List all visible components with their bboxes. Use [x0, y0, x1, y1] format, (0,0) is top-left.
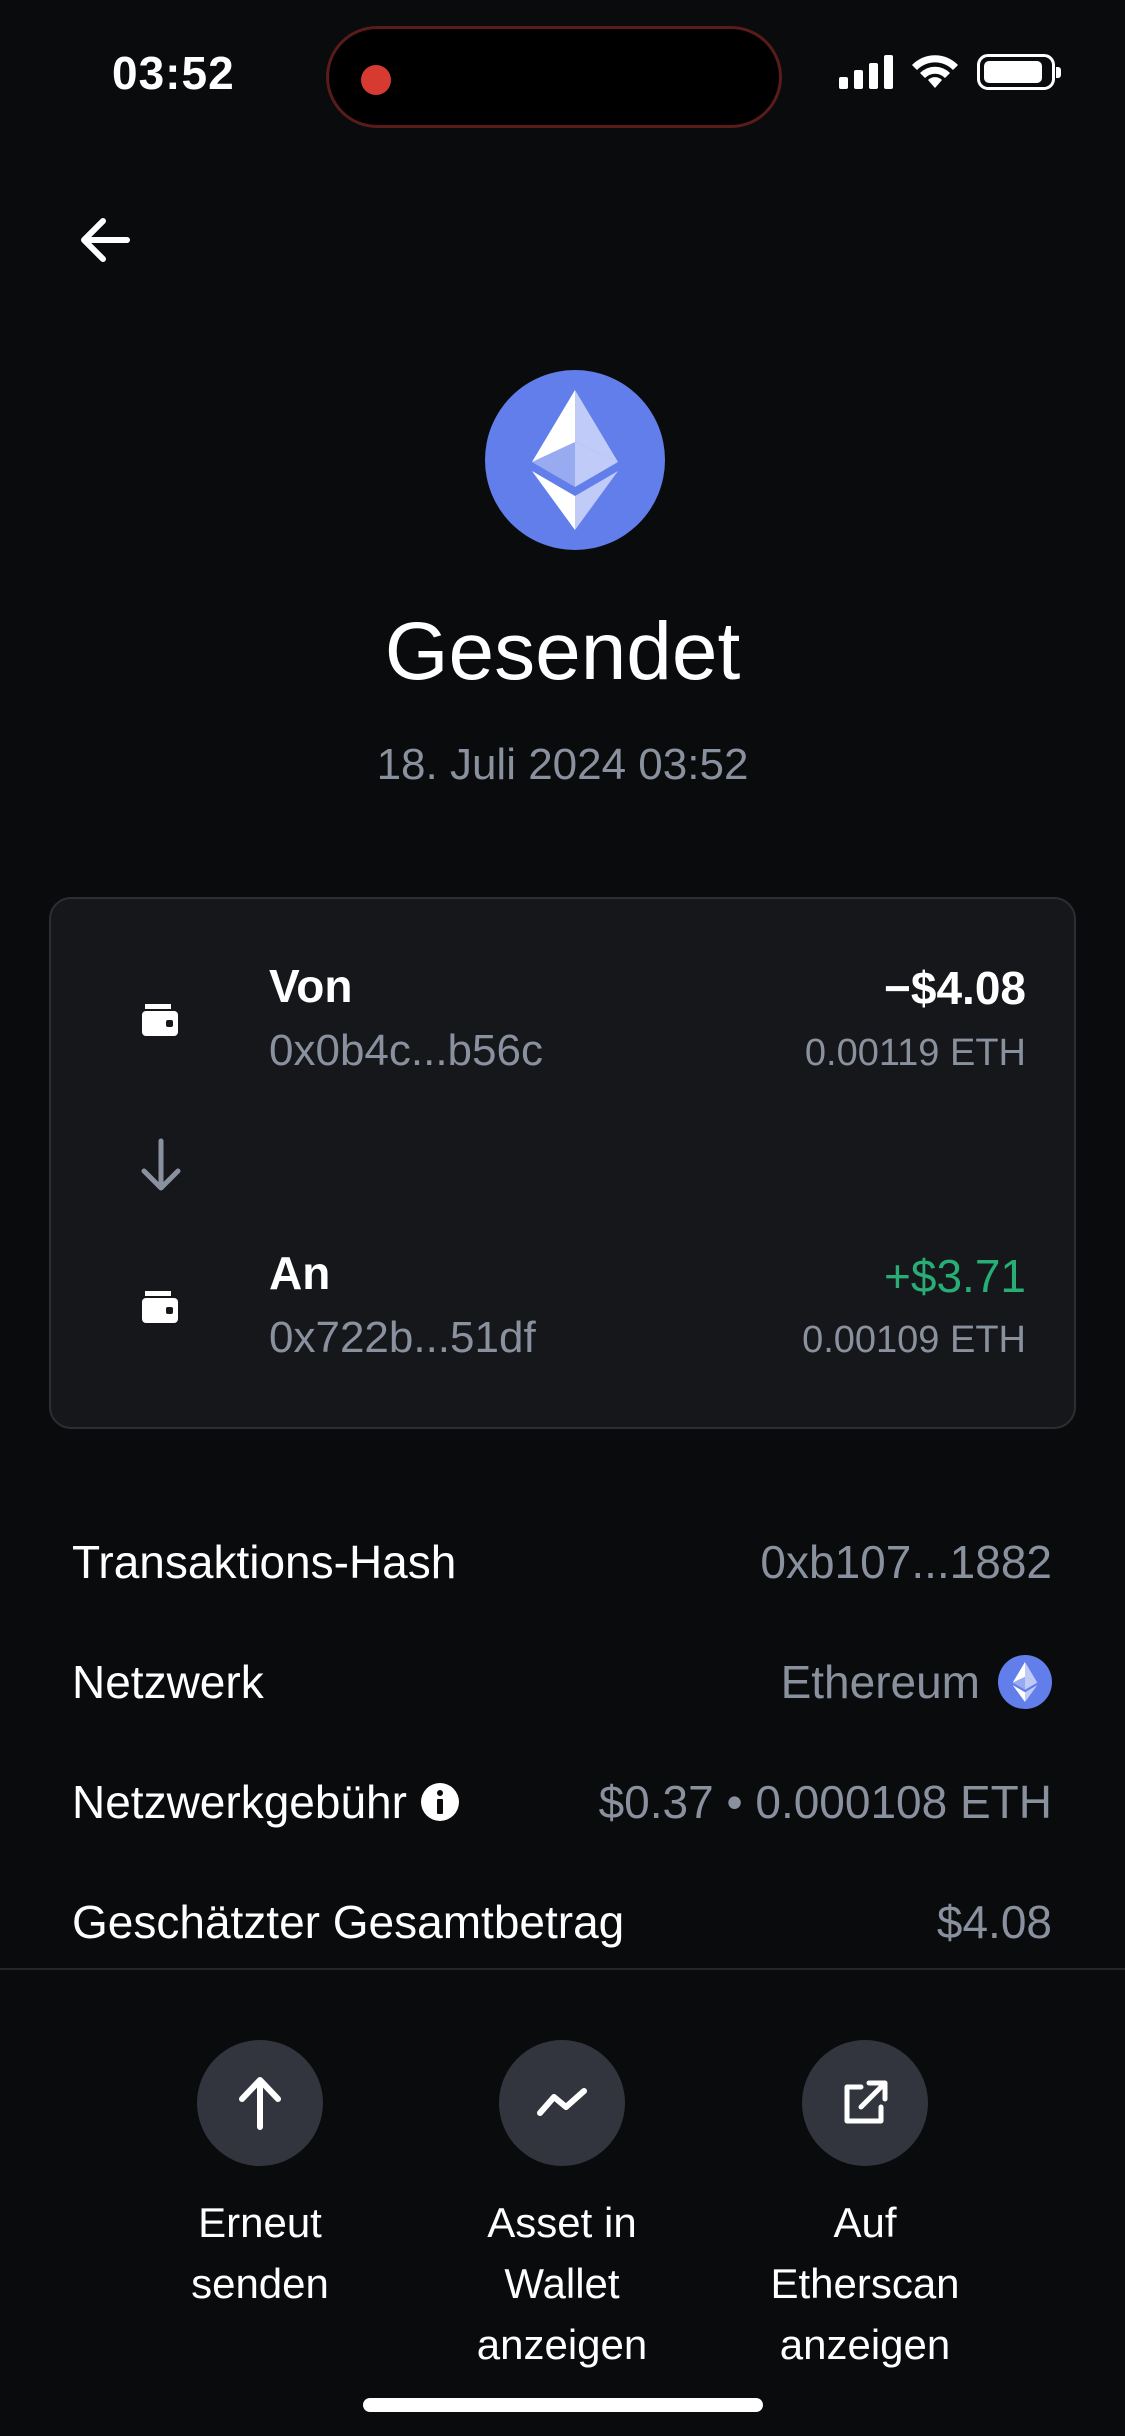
network-fee-label: Netzwerkgebühr — [72, 1776, 407, 1828]
back-button[interactable] — [70, 205, 140, 275]
to-amount: +$3.71 — [884, 1250, 1026, 1302]
divider — [0, 1968, 1125, 1970]
ethereum-icon — [485, 370, 665, 550]
dynamic-island — [326, 26, 782, 128]
wifi-icon — [912, 55, 958, 88]
status-time: 03:52 — [112, 47, 235, 99]
arrow-up-icon — [239, 2077, 281, 2130]
to-label: An — [269, 1247, 331, 1299]
to-address[interactable]: 0x722b...51df — [269, 1313, 536, 1363]
network-row: Netzwerk Ethereum — [72, 1655, 1052, 1709]
estimated-total-value: $4.08 — [936, 1896, 1052, 1948]
chart-line-icon — [537, 2088, 587, 2116]
estimated-total-row: Geschätzter Gesamtbetrag $4.08 — [72, 1895, 1052, 1949]
from-amount: −$4.08 — [884, 962, 1026, 1014]
from-label: Von — [269, 960, 353, 1012]
recording-indicator — [361, 65, 391, 95]
network-fee-row: Netzwerkgebühr $0.37 • 0.000108 ETH — [72, 1775, 1052, 1829]
view-asset-label: Asset in Wallet anzeigen — [476, 2199, 648, 2368]
view-etherscan-label: Auf Etherscan anzeigen — [770, 2199, 960, 2368]
to-eth-amount: 0.00109 ETH — [802, 1319, 1026, 1361]
send-again-button[interactable]: Erneut senden — [130, 2040, 390, 2314]
home-indicator[interactable] — [363, 2398, 763, 2412]
transaction-hash-value[interactable]: 0xb107...1882 — [760, 1535, 1052, 1589]
wallet-icon — [142, 1291, 178, 1323]
transaction-hash-label: Transaktions-Hash — [72, 1536, 457, 1588]
network-value: Ethereum — [780, 1656, 980, 1708]
view-asset-button[interactable]: Asset in Wallet anzeigen — [432, 2040, 692, 2375]
transaction-hash-row[interactable]: Transaktions-Hash 0xb107...1882 — [72, 1535, 1052, 1589]
from-address[interactable]: 0x0b4c...b56c — [269, 1026, 543, 1076]
page-title: Gesendet — [384, 606, 741, 697]
wallet-icon — [142, 1004, 178, 1036]
arrow-down-icon — [141, 1138, 181, 1191]
send-again-label: Erneut senden — [191, 2199, 329, 2307]
transaction-date: 18. Juli 2024 03:52 — [376, 740, 749, 789]
estimated-total-label: Geschätzter Gesamtbetrag — [72, 1896, 625, 1948]
view-etherscan-button[interactable]: Auf Etherscan anzeigen — [735, 2040, 995, 2375]
ethereum-small-icon — [998, 1655, 1052, 1709]
signal-icon — [839, 55, 893, 89]
battery-icon — [977, 54, 1061, 90]
transaction-detail-screen: 03:52 Gesendet 18. Juli 2024 03:52 Von 0… — [0, 0, 1125, 2436]
network-label: Netzwerk — [72, 1656, 264, 1708]
transfer-card: Von 0x0b4c...b56c −$4.08 0.00119 ETH An … — [49, 897, 1076, 1429]
network-fee-value: $0.37 • 0.000108 ETH — [598, 1776, 1052, 1828]
status-icons — [839, 54, 1061, 90]
arrow-left-icon — [81, 218, 130, 262]
info-icon[interactable] — [420, 1783, 459, 1821]
from-eth-amount: 0.00119 ETH — [804, 1032, 1026, 1074]
external-link-icon — [844, 2080, 888, 2124]
